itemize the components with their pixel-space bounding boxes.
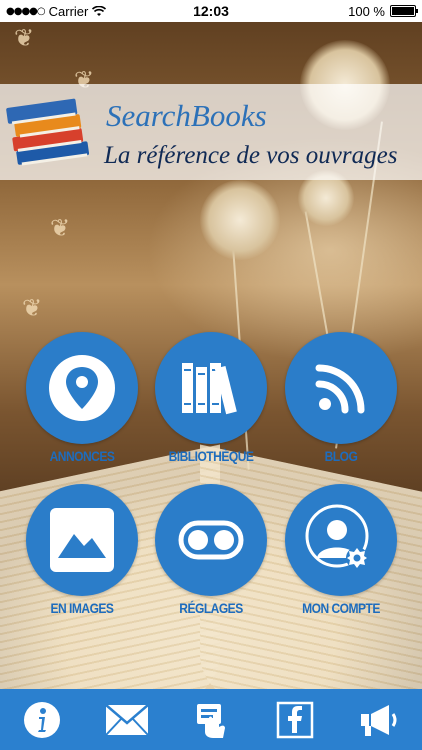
butterfly-decoration: ❦: [50, 214, 71, 242]
info-icon: [24, 701, 61, 738]
en-images-button[interactable]: [26, 484, 138, 596]
annonces-label: ANNONCES: [49, 448, 115, 464]
rss-icon: [315, 364, 365, 414]
tab-mail[interactable]: [97, 692, 157, 748]
tab-contact[interactable]: [181, 692, 241, 748]
status-bar: ●●●●○ Carrier 12:03 100 %: [0, 0, 422, 22]
facebook-icon: [277, 701, 314, 738]
blog-label: BLOG: [324, 448, 358, 464]
battery-area: 100 %: [348, 3, 418, 19]
user-settings-icon: [305, 504, 369, 569]
bottom-tab-bar: [0, 689, 422, 750]
tab-info[interactable]: [12, 692, 72, 748]
bookshelf-icon: [182, 363, 237, 415]
butterfly-decoration: ❦: [22, 294, 43, 322]
annonces-button[interactable]: [26, 332, 138, 444]
menu-annonces[interactable]: ANNONCES: [22, 332, 142, 472]
menu-en-images[interactable]: EN IMAGES: [22, 484, 142, 624]
menu-reglages[interactable]: RÉGLAGES: [151, 484, 271, 624]
mon-compte-label: MON COMPTE: [302, 600, 380, 616]
butterfly-decoration: ❦: [14, 24, 35, 52]
bibliotheque-label: BIBLIOTHÈQUE: [168, 448, 254, 464]
toggle-icon: [178, 520, 244, 560]
reglages-label: RÉGLAGES: [179, 600, 243, 616]
menu-bibliotheque[interactable]: BIBLIOTHÈQUE: [151, 332, 271, 472]
tab-facebook[interactable]: [265, 692, 325, 748]
battery-icon: [390, 5, 418, 17]
books-logo-icon: [6, 98, 90, 166]
map-pin-icon: [49, 355, 115, 421]
paper-rose: [200, 180, 280, 260]
battery-percent: 100 %: [348, 3, 385, 19]
mon-compte-button[interactable]: [285, 484, 397, 596]
en-images-label: EN IMAGES: [50, 600, 114, 616]
bibliotheque-button[interactable]: [155, 332, 267, 444]
menu-mon-compte[interactable]: MON COMPTE: [281, 484, 401, 624]
app-title: SearchBooks: [106, 98, 267, 133]
mail-icon: [104, 703, 149, 736]
app-tagline: La référence de vos ouvrages: [104, 142, 398, 169]
reglages-button[interactable]: [155, 484, 267, 596]
menu-blog[interactable]: BLOG: [281, 332, 401, 472]
megaphone-icon: [360, 704, 397, 736]
tab-announce[interactable]: [350, 692, 410, 748]
blog-button[interactable]: [285, 332, 397, 444]
picture-icon: [50, 508, 114, 572]
contact-card-icon: [196, 703, 225, 738]
